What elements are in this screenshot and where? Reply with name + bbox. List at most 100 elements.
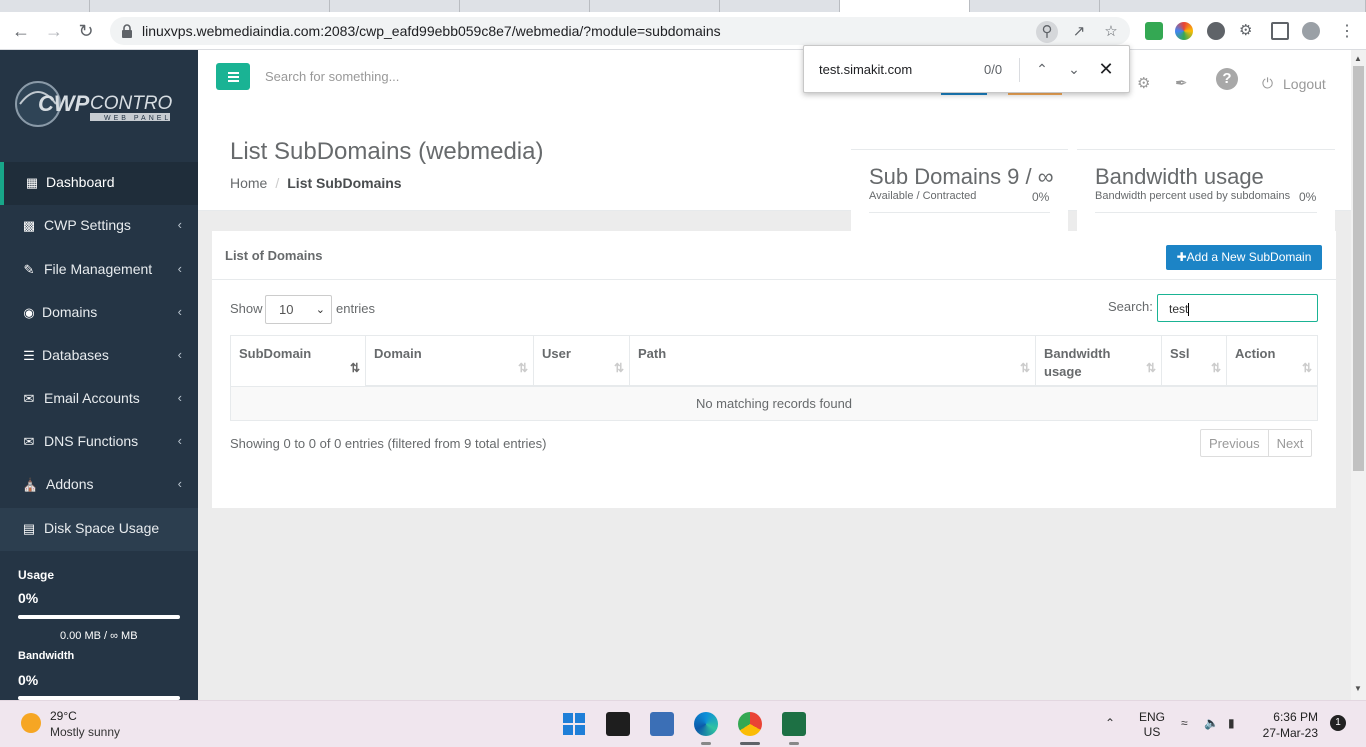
sidebar-item-addons[interactable]: ⛪ Addons ‹	[0, 464, 198, 507]
top-search-input[interactable]: Search for something...	[265, 69, 399, 84]
scrollbar-thumb[interactable]	[1353, 66, 1364, 471]
side-panel-icon[interactable]	[1271, 22, 1289, 40]
scroll-up-icon[interactable]: ▲	[1354, 54, 1362, 63]
chevron-left-icon: ‹	[177, 347, 182, 362]
edge-browser-icon[interactable]	[694, 712, 718, 736]
sort-icon: ⇅	[1301, 361, 1312, 375]
bookmark-star-icon[interactable]: ☆	[1100, 21, 1122, 43]
bandwidth-label: Bandwidth	[18, 650, 75, 662]
weather-condition[interactable]: Mostly sunny	[50, 725, 120, 739]
windows-start-icon[interactable]	[562, 712, 586, 736]
next-page-button[interactable]: Next	[1267, 430, 1312, 456]
sidebar-item-file-management[interactable]: ✎ File Management ‹	[0, 249, 198, 292]
browser-tab[interactable]	[0, 0, 90, 12]
add-subdomain-button[interactable]: ✚Add a New SubDomain	[1166, 245, 1322, 270]
rdp-app-icon[interactable]	[606, 712, 630, 736]
scroll-down-icon[interactable]: ▼	[1354, 684, 1362, 693]
sidebar-item-email-accounts[interactable]: ✉ Email Accounts ‹	[0, 378, 198, 421]
column-label: SubDomain	[239, 346, 312, 361]
column-header-bandwidth-usage[interactable]: Bandwidth usage ⇅	[1036, 336, 1162, 386]
share-icon[interactable]: ↗	[1068, 21, 1090, 43]
help-icon[interactable]: ?	[1216, 68, 1238, 90]
reload-icon[interactable]: ↻	[75, 20, 97, 42]
sidebar-item-domains[interactable]: ◉ Domains ‹	[0, 292, 198, 335]
usage-progress-bar	[18, 615, 180, 619]
volume-icon[interactable]: 🔈	[1204, 716, 1219, 730]
sort-icon: ⇅	[1145, 361, 1156, 375]
column-label: Domain	[374, 346, 422, 361]
sidebar-item-dns-functions[interactable]: ✉ DNS Functions ‹	[0, 421, 198, 464]
menu-toggle-button[interactable]	[216, 63, 250, 90]
envelope-icon: ✉	[23, 434, 35, 449]
column-header-action[interactable]: Action ⇅	[1227, 336, 1317, 386]
domains-panel: List of Domains ✚Add a New SubDomain Sho…	[212, 231, 1336, 508]
address-bar[interactable]: linuxvps.webmediaindia.com:2083/cwp_eafd…	[110, 17, 1130, 45]
column-header-subdomain[interactable]: SubDomain ⇅	[231, 336, 366, 386]
column-header-path[interactable]: Path ⇅	[630, 336, 1036, 386]
browser-menu-icon[interactable]: ⋮	[1336, 21, 1358, 43]
browser-tab[interactable]	[90, 0, 330, 12]
browser-tab[interactable]	[460, 0, 590, 12]
column-header-ssl[interactable]: Ssl ⇅	[1162, 336, 1227, 386]
chevron-left-icon: ‹	[177, 217, 182, 232]
column-header-domain[interactable]: Domain ⇅	[366, 336, 534, 386]
find-in-page-icon[interactable]: ⚲	[1036, 21, 1058, 43]
find-close-icon[interactable]: ✕	[1095, 58, 1117, 80]
extension-badge-icon[interactable]	[1207, 22, 1225, 40]
main-content: Search for something... ⚙ ✒ ? ⏻ Logout L…	[198, 50, 1351, 700]
weather-temperature[interactable]: 29°C	[50, 709, 77, 723]
chrome-browser-icon[interactable]	[738, 712, 762, 736]
browser-tab-active[interactable]	[840, 0, 970, 12]
cogs-icon[interactable]: ⚙	[1137, 74, 1150, 92]
language-indicator[interactable]: ENG US	[1139, 710, 1165, 740]
browser-tab[interactable]	[590, 0, 720, 12]
weather-sun-icon[interactable]	[21, 713, 41, 733]
subdomains-stat-bar	[869, 212, 1050, 213]
chrome-active-indicator	[740, 742, 760, 745]
table-search-input[interactable]: test	[1157, 294, 1318, 322]
excel-app-icon[interactable]	[782, 712, 806, 736]
sidebar-item-label: File Management	[44, 261, 153, 277]
find-previous-icon[interactable]: ⌃	[1031, 58, 1053, 80]
page-size-select[interactable]: 10 ⌄	[265, 295, 332, 324]
browser-tab[interactable]	[720, 0, 840, 12]
browser-tabstrip	[0, 0, 1366, 12]
logout-link[interactable]: Logout	[1283, 76, 1326, 92]
sidebar-item-databases[interactable]: ☰ Databases ‹	[0, 335, 198, 378]
previous-page-button[interactable]: Previous	[1201, 430, 1268, 456]
system-clock[interactable]: 6:36 PM 27-Mar-23	[1262, 709, 1318, 741]
brush-icon[interactable]: ✒	[1175, 74, 1188, 92]
extension-plus-icon[interactable]	[1145, 22, 1163, 40]
puzzle-extensions-icon[interactable]: ⚙	[1239, 22, 1257, 40]
panel-title: List of Domains	[225, 248, 323, 263]
forward-icon[interactable]: →	[43, 20, 65, 42]
top-navbar: Search for something... ⚙ ✒ ? ⏻ Logout	[198, 50, 1351, 114]
find-divider	[1019, 58, 1020, 82]
page-scrollbar[interactable]: ▲ ▼	[1351, 50, 1366, 700]
battery-icon[interactable]: ▮	[1228, 716, 1235, 730]
chevron-left-icon: ‹	[177, 433, 182, 448]
find-input[interactable]: test.simakit.com	[819, 62, 912, 77]
column-label: Bandwidth usage	[1044, 346, 1111, 379]
wifi-icon[interactable]: ≈	[1181, 716, 1188, 730]
breadcrumb-current: List SubDomains	[287, 175, 402, 191]
tray-chevron-up-icon[interactable]: ⌃	[1105, 716, 1115, 730]
bar-chart-icon: ▩	[22, 218, 36, 233]
notification-badge[interactable]: 1	[1330, 715, 1346, 731]
column-header-user[interactable]: User ⇅	[534, 336, 630, 386]
browser-tab[interactable]	[330, 0, 460, 12]
back-icon[interactable]: ←	[10, 20, 32, 42]
show-label: Show	[230, 301, 263, 316]
sidebar-item-label: Email Accounts	[44, 390, 140, 406]
sidebar-item-label: Domains	[42, 304, 98, 320]
browser-tab[interactable]	[970, 0, 1100, 12]
extension-color-icon[interactable]	[1175, 22, 1193, 40]
profile-avatar-icon[interactable]	[1302, 22, 1320, 40]
network-app-icon[interactable]	[650, 712, 674, 736]
find-next-icon[interactable]: ⌄	[1063, 58, 1085, 80]
sidebar-item-dashboard[interactable]: ▦ Dashboard	[0, 162, 198, 205]
sidebar-item-disk-space-usage[interactable]: ▤ Disk Space Usage	[0, 508, 198, 551]
browser-tab[interactable]	[1100, 0, 1366, 12]
sidebar-item-cwp-settings[interactable]: ▩ CWP Settings ‹	[0, 205, 198, 248]
breadcrumb-home[interactable]: Home	[230, 175, 267, 191]
